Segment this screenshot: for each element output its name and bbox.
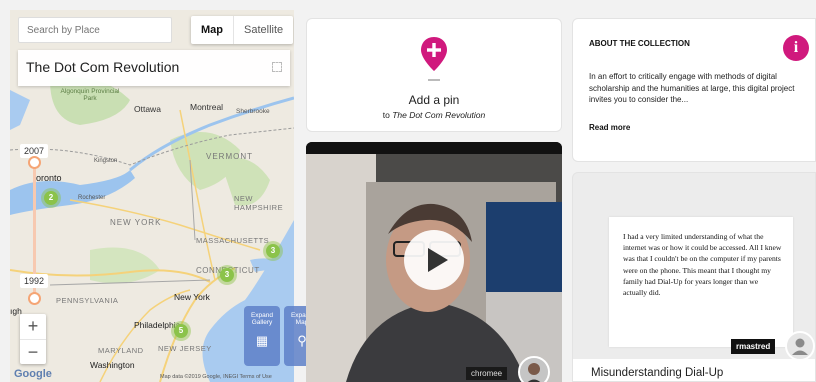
about-collection-card: ABOUT THE COLLECTION i In an effort to c…: [572, 18, 816, 162]
page: Algonquin Provincial Park Ottawa Montrea…: [0, 0, 816, 382]
map-cluster-marker[interactable]: 3: [266, 244, 280, 258]
zoom-in-button[interactable]: +: [20, 314, 46, 339]
map-label: New York: [174, 292, 210, 302]
add-pin-label: Add a pin: [408, 93, 460, 107]
map-label: Washington: [90, 360, 135, 370]
search-input[interactable]: [18, 17, 172, 43]
video-username[interactable]: chromee: [466, 367, 508, 380]
map-label: Ottawa: [134, 104, 161, 114]
map-type-toggle: Map Satellite: [191, 16, 294, 44]
zoom-control: + −: [20, 314, 46, 364]
add-pin-collection: The Dot Com Revolution: [392, 110, 486, 120]
collection-title-box: The Dot Com Revolution: [18, 50, 290, 86]
map-cluster-marker[interactable]: 5: [174, 324, 188, 338]
document-username[interactable]: rmastred: [731, 339, 776, 354]
map-label: NEW HAMPSHIRE: [234, 194, 284, 212]
about-heading: ABOUT THE COLLECTION: [589, 39, 690, 48]
map-label: Algonquin Provincial Park: [60, 88, 120, 102]
map-attribution[interactable]: Map data ©2019 Google, INEGI Terms of Us…: [160, 374, 272, 380]
collection-title: The Dot Com Revolution: [26, 59, 180, 75]
about-text: In an effort to critically engage with m…: [589, 72, 795, 104]
map-label: Kingston: [94, 158, 118, 164]
map-label: MARYLAND: [98, 346, 144, 355]
map-label: MASSACHUSETTS: [196, 236, 270, 245]
map-label: PENNSYLVANIA: [56, 296, 119, 305]
expand-gallery-button[interactable]: Expand Gallery ▦: [244, 306, 280, 366]
zoom-out-button[interactable]: −: [20, 340, 46, 365]
map-label: Rochester: [78, 195, 106, 201]
play-button[interactable]: [404, 230, 464, 290]
map-label: NEW YORK: [110, 218, 162, 227]
map-label: Montreal: [190, 102, 224, 112]
add-pin-icon: [421, 37, 447, 81]
person-icon: [792, 338, 808, 355]
user-avatar[interactable]: [518, 356, 550, 382]
info-icon[interactable]: i: [783, 35, 809, 61]
document-card[interactable]: I had a very limited understanding of wh…: [572, 172, 816, 382]
avatar-image: [520, 358, 548, 382]
google-logo: Google: [14, 368, 52, 380]
add-pin-card[interactable]: Add a pin to The Dot Com Revolution: [306, 18, 562, 132]
map-label: Sherbrooke: [236, 108, 270, 115]
timeline-slider[interactable]: 2007 1992: [20, 144, 48, 305]
map-label: NEW JERSEY: [158, 344, 212, 353]
grid-icon: ▦: [255, 333, 269, 348]
fullscreen-icon[interactable]: [272, 62, 282, 72]
add-pin-prefix: to: [382, 110, 393, 120]
expand-gallery-label: Expand Gallery: [250, 312, 274, 326]
map-type-satellite-button[interactable]: Satellite: [234, 16, 293, 44]
map-cluster-marker[interactable]: 3: [220, 268, 234, 282]
timeline-end-label: 1992: [20, 274, 48, 288]
map-label: VERMONT: [206, 152, 253, 161]
timeline-handle-bottom[interactable]: [28, 292, 41, 305]
user-avatar-placeholder[interactable]: [785, 331, 815, 361]
map-type-map-button[interactable]: Map: [191, 16, 234, 44]
read-more-link[interactable]: Read more: [589, 123, 630, 132]
video-card[interactable]: chromee: [306, 142, 562, 382]
document-title[interactable]: Misunderstanding Dial-Up: [573, 359, 815, 381]
add-pin-target: to The Dot Com Revolution: [307, 110, 561, 120]
timeline-handle-top[interactable]: [28, 156, 41, 169]
document-preview: I had a very limited understanding of wh…: [609, 217, 793, 347]
